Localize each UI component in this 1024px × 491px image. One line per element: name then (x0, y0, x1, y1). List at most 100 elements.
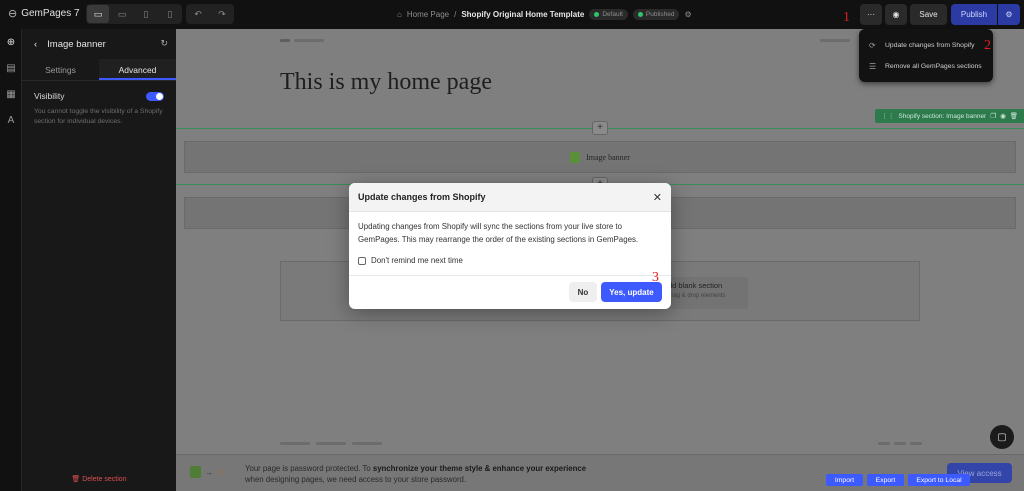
arrow-right-icon: → (205, 467, 213, 477)
skeleton-bar (910, 442, 922, 445)
dont-remind-label: Don't remind me next time (371, 256, 463, 265)
skeleton-bar (878, 442, 890, 445)
publish-settings-icon[interactable]: ⚙ (998, 4, 1020, 25)
add-element-icon[interactable]: ⊕ (0, 29, 22, 55)
app-name: GemPages 7 (21, 8, 80, 19)
skeleton-bar (294, 39, 324, 42)
dialog-body: Updating changes from Shopify will sync … (349, 212, 671, 268)
save-button[interactable]: Save (910, 4, 947, 25)
ai-icon[interactable]: A (0, 107, 22, 133)
page-settings-icon[interactable]: ⚙ (684, 10, 691, 19)
delete-section-button[interactable]: 🗑 Delete section (22, 475, 176, 483)
image-banner-section[interactable]: Image banner (184, 141, 1016, 173)
close-icon[interactable]: ✕ (653, 191, 662, 204)
menu-item-label: Remove all GemPages sections (885, 63, 982, 70)
more-options-menu: ⟳ Update changes from Shopify ☰ Remove a… (859, 29, 993, 82)
export-button[interactable]: Export (867, 474, 904, 486)
shopify-bag-icon (570, 151, 581, 163)
add-blank-section-button[interactable]: dd blank section drag & drop elements (662, 277, 748, 309)
back-chevron-icon[interactable]: ‹ (34, 39, 37, 50)
more-options-button[interactable]: ··· (860, 4, 882, 25)
panel-title: Image banner (47, 38, 106, 50)
password-notice-bold: synchronize your theme style & enhance y… (372, 464, 587, 473)
layers-icon[interactable]: ▤ (0, 55, 22, 81)
annotation-1: 1 (843, 10, 850, 25)
top-bar: ⊖ GemPages 7 ▭ ▭ ▯ ▯ ↶ ↷ ⌂ Home Page / S… (0, 0, 1024, 29)
visibility-row: Visibility (22, 81, 176, 107)
undo-icon[interactable]: ↶ (187, 5, 209, 23)
gempages-icon: ⚡ (217, 467, 223, 477)
no-button[interactable]: No (569, 282, 597, 302)
page-title: Shopify Original Home Template (461, 10, 585, 19)
breadcrumb-parent[interactable]: Home Page (407, 10, 449, 19)
menu-item-update-from-shopify[interactable]: ⟳ Update changes from Shopify (869, 41, 975, 50)
chat-support-icon[interactable]: ▢ (990, 425, 1014, 449)
desktop-view-icon[interactable]: ▭ (87, 5, 109, 23)
trash-icon[interactable]: 🗑 (1010, 112, 1018, 120)
section-label-text: Shopify section: Image banner (898, 112, 987, 120)
sections-icon[interactable]: ▦ (0, 81, 22, 107)
home-icon: ⌂ (397, 10, 402, 19)
status-dot-icon (637, 12, 643, 17)
skeleton-bar (894, 442, 906, 445)
left-icon-rail: ⊕ ▤ ▦ A (0, 29, 22, 491)
visibility-toggle[interactable] (146, 91, 164, 101)
export-to-local-button[interactable]: Export to Local (908, 474, 970, 486)
panel-tabs: Settings Advanced (22, 59, 176, 81)
duplicate-icon[interactable]: ❐ (990, 112, 996, 120)
tab-advanced[interactable]: Advanced (99, 59, 176, 80)
app-logo[interactable]: ⊖ GemPages 7 (8, 7, 80, 20)
password-notice-icons: → ⚡ (190, 466, 223, 478)
dont-remind-checkbox[interactable] (358, 257, 366, 266)
menu-item-label: Update changes from Shopify (885, 42, 975, 49)
refresh-icon[interactable]: ↻ (160, 38, 168, 49)
status-dot-icon (594, 12, 600, 17)
home-page-heading[interactable]: This is my home page (280, 69, 492, 96)
visibility-label: Visibility (34, 91, 65, 101)
annotation-2: 2 (984, 38, 991, 53)
laptop-view-icon[interactable]: ▭ (111, 5, 133, 23)
skeleton-bar (820, 39, 850, 42)
annotation-3: 3 (652, 270, 659, 285)
visibility-note: You cannot toggle the visibility of a Sh… (34, 108, 163, 125)
delete-section-label: Delete section (82, 476, 127, 483)
add-blank-title: dd blank section (668, 281, 723, 290)
redo-icon[interactable]: ↷ (211, 5, 233, 23)
dialog-footer: No Yes, update (349, 275, 671, 309)
import-button[interactable]: Import (826, 474, 863, 486)
eye-icon[interactable]: ◉ (1000, 112, 1006, 120)
default-badge-label: Default (602, 11, 623, 18)
drag-handle-icon[interactable]: ⋮⋮ (881, 112, 894, 120)
update-confirmation-dialog: Update changes from Shopify ✕ Updating c… (349, 183, 671, 309)
dialog-message: Updating changes from Shopify will sync … (358, 222, 639, 244)
breadcrumb: ⌂ Home Page / Shopify Original Home Temp… (397, 9, 692, 20)
add-blank-subtitle: drag & drop elements (668, 293, 726, 299)
published-badge-label: Published (645, 11, 675, 18)
tablet-view-icon[interactable]: ▯ (135, 5, 157, 23)
dialog-title: Update changes from Shopify (349, 183, 671, 212)
skeleton-bar (352, 442, 382, 445)
mobile-view-icon[interactable]: ▯ (159, 5, 181, 23)
published-badge: Published (632, 9, 680, 20)
default-badge: Default (589, 9, 628, 20)
settings-panel: ‹ Image banner ↻ Settings Advanced Visib… (22, 29, 176, 491)
trash-icon: 🗑 (71, 476, 81, 483)
publish-button[interactable]: Publish (951, 4, 997, 25)
password-notice-text: Your page is password protected. To sync… (245, 463, 586, 485)
preview-eye-icon[interactable]: ◉ (885, 4, 907, 25)
gempages-logo-icon: ⊖ (8, 8, 18, 20)
password-notice-line2: when designing pages, we need access to … (245, 475, 467, 484)
shopify-icon (190, 466, 201, 478)
remove-icon: ☰ (869, 62, 877, 71)
image-banner-label: Image banner (586, 152, 630, 162)
menu-item-remove-gempages-sections[interactable]: ☰ Remove all GemPages sections (869, 62, 982, 71)
skeleton-bar (316, 442, 346, 445)
skeleton-bar (280, 442, 310, 445)
skeleton-bar (280, 39, 290, 42)
dont-remind-row[interactable]: Don't remind me next time (358, 255, 662, 268)
password-notice-line1: Your page is password protected. To (245, 464, 373, 473)
section-toolbar[interactable]: ⋮⋮ Shopify section: Image banner ❐ ◉ 🗑 (875, 109, 1024, 123)
tab-settings[interactable]: Settings (22, 59, 99, 80)
add-section-above-button[interactable]: + (592, 121, 608, 135)
sync-icon: ⟳ (869, 41, 876, 50)
